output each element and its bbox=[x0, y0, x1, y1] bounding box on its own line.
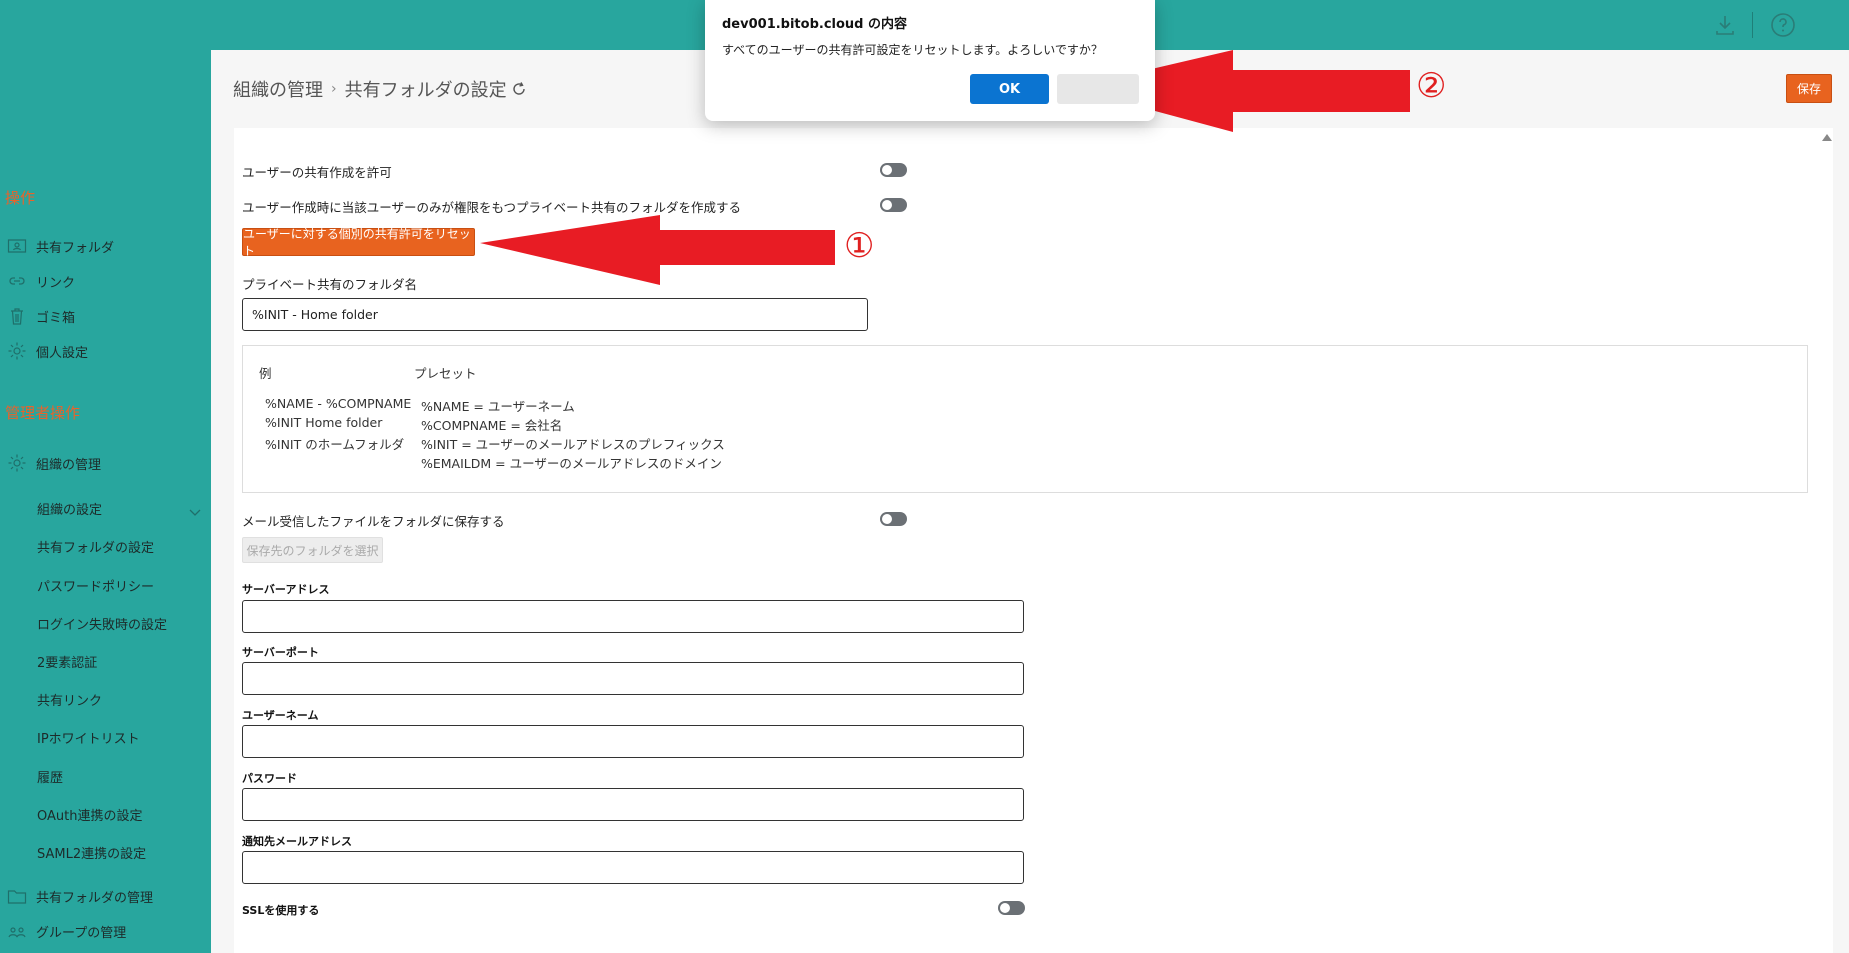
server-address-input[interactable] bbox=[242, 600, 1024, 633]
reset-share-permission-button[interactable]: ユーザーに対する個別の共有許可をリセット bbox=[242, 227, 475, 258]
breadcrumb-separator: › bbox=[331, 81, 337, 97]
scroll-up-arrow[interactable] bbox=[1822, 134, 1832, 141]
password-input[interactable] bbox=[242, 788, 1024, 821]
group-icon bbox=[7, 921, 27, 941]
gear-icon bbox=[7, 341, 27, 361]
sidebar-item-label: リンク bbox=[36, 275, 76, 291]
sidebar-item-label: 共有フォルダの管理 bbox=[36, 890, 154, 906]
ok-button[interactable]: OK bbox=[970, 74, 1049, 104]
allow-user-share-toggle[interactable] bbox=[880, 163, 907, 177]
mail-save-toggle[interactable] bbox=[880, 512, 907, 526]
cancel-button[interactable] bbox=[1057, 74, 1139, 104]
sidebar-subitem-org-settings[interactable]: 組織の設定 bbox=[37, 499, 102, 518]
annotation-arrow-1 bbox=[480, 215, 835, 285]
dialog-message: すべてのユーザーの共有許可設定をリセットします。よろしいですか？ bbox=[722, 43, 1103, 57]
confirm-dialog: dev001.bitob.cloud の内容 すべてのユーザーの共有許可設定をリ… bbox=[705, 0, 1155, 121]
preset-item: %COMPNAME = 会社名 bbox=[421, 418, 563, 433]
example-item: %INIT Home folder bbox=[265, 415, 383, 430]
example-item: %NAME - %COMPNAME bbox=[265, 396, 412, 411]
sidebar-item-folder-management[interactable]: 共有フォルダの管理 bbox=[7, 883, 153, 909]
breadcrumb: 組織の管理 › 共有フォルダの設定 bbox=[233, 76, 527, 102]
shared-folder-icon bbox=[7, 236, 27, 256]
sidebar-item-shared-folder[interactable]: 共有フォルダ bbox=[7, 233, 114, 259]
preset-item: %EMAILDM = ユーザーのメールアドレスのドメイン bbox=[421, 456, 722, 471]
link-icon bbox=[7, 271, 27, 291]
topbar-divider bbox=[1752, 12, 1753, 38]
preset-item: %INIT = ユーザーのメールアドレスのプレフィックス bbox=[421, 437, 725, 452]
sidebar-subitem-2fa[interactable]: 2要素認証 bbox=[37, 652, 97, 671]
example-header: 例 bbox=[259, 366, 272, 381]
sidebar-subitem-ip-whitelist[interactable]: IPホワイトリスト bbox=[37, 728, 140, 747]
help-icon[interactable] bbox=[1770, 12, 1796, 38]
private-folder-name-input[interactable]: %INIT - Home folder bbox=[242, 298, 868, 331]
private-folder-on-create-toggle[interactable] bbox=[880, 198, 907, 212]
sidebar-subitem-shared-link[interactable]: 共有リンク bbox=[37, 690, 102, 709]
mail-save-label: メール受信したファイルをフォルダに保存する bbox=[242, 514, 505, 529]
server-address-label: サーバーアドレス bbox=[242, 583, 330, 596]
private-folder-name-label: プライベート共有のフォルダ名 bbox=[242, 277, 418, 292]
sidebar-subitem-login-failure[interactable]: ログイン失敗時の設定 bbox=[37, 614, 167, 633]
chevron-down-icon[interactable] bbox=[188, 504, 202, 518]
sidebar-item-group-management[interactable]: グループの管理 bbox=[7, 918, 126, 944]
username-input[interactable] bbox=[242, 725, 1024, 758]
notify-email-input[interactable] bbox=[242, 851, 1024, 884]
preset-item: %NAME = ユーザーネーム bbox=[421, 399, 575, 414]
ssl-label: SSLを使用する bbox=[242, 904, 320, 917]
sidebar-item-label: ゴミ箱 bbox=[36, 310, 76, 326]
sidebar-section-admin: 管理者操作 bbox=[5, 404, 81, 422]
annotation-marker-1: ① bbox=[844, 226, 875, 266]
sidebar-item-trash[interactable]: ゴミ箱 bbox=[7, 303, 75, 329]
sidebar-subitem-oauth[interactable]: OAuth連携の設定 bbox=[37, 805, 142, 824]
ssl-toggle[interactable] bbox=[998, 901, 1025, 915]
breadcrumb-parent[interactable]: 組織の管理 bbox=[233, 76, 323, 102]
notify-email-label: 通知先メールアドレス bbox=[242, 835, 352, 848]
dialog-title: dev001.bitob.cloud の内容 bbox=[722, 17, 908, 32]
sidebar-subitem-history[interactable]: 履歴 bbox=[37, 767, 63, 786]
gear-icon bbox=[7, 453, 27, 473]
refresh-icon[interactable] bbox=[511, 81, 527, 97]
preset-header: プレセット bbox=[414, 366, 477, 381]
annotation-marker-2: ② bbox=[1416, 66, 1447, 106]
sidebar-item-label: 組織の管理 bbox=[36, 457, 102, 473]
username-label: ユーザーネーム bbox=[242, 709, 319, 722]
server-port-input[interactable] bbox=[242, 662, 1024, 695]
allow-user-share-label: ユーザーの共有作成を許可 bbox=[242, 165, 392, 180]
sidebar-subitem-password-policy[interactable]: パスワードポリシー bbox=[37, 576, 154, 595]
sidebar-item-label: 個人設定 bbox=[36, 345, 89, 361]
sidebar-item-personal-settings[interactable]: 個人設定 bbox=[7, 338, 88, 364]
sidebar-subitem-shared-folder-settings[interactable]: 共有フォルダの設定 bbox=[37, 537, 154, 556]
select-folder-button[interactable]: 保存先のフォルダを選択 bbox=[242, 537, 383, 563]
save-button[interactable]: 保存 bbox=[1786, 74, 1832, 103]
download-icon[interactable] bbox=[1712, 12, 1738, 38]
page-title: 共有フォルダの設定 bbox=[344, 80, 507, 101]
trash-icon bbox=[7, 306, 27, 326]
password-label: パスワード bbox=[242, 772, 297, 785]
sidebar-section-ops: 操作 bbox=[5, 189, 36, 207]
sidebar-item-link[interactable]: リンク bbox=[7, 268, 75, 294]
folder-icon bbox=[7, 886, 27, 906]
sidebar-item-label: グループの管理 bbox=[36, 925, 127, 941]
sidebar-item-org-management[interactable]: 組織の管理 bbox=[7, 450, 101, 476]
server-port-label: サーバーポート bbox=[242, 646, 319, 659]
sidebar-subitem-saml2[interactable]: SAML2連携の設定 bbox=[37, 843, 146, 862]
sidebar: 操作 共有フォルダ リンク ゴミ箱 個人設定 管理者操作 組織の管理 組織の設定… bbox=[0, 50, 211, 953]
sidebar-item-label: 共有フォルダ bbox=[36, 240, 115, 256]
example-item: %INIT のホームフォルダ bbox=[265, 437, 405, 452]
